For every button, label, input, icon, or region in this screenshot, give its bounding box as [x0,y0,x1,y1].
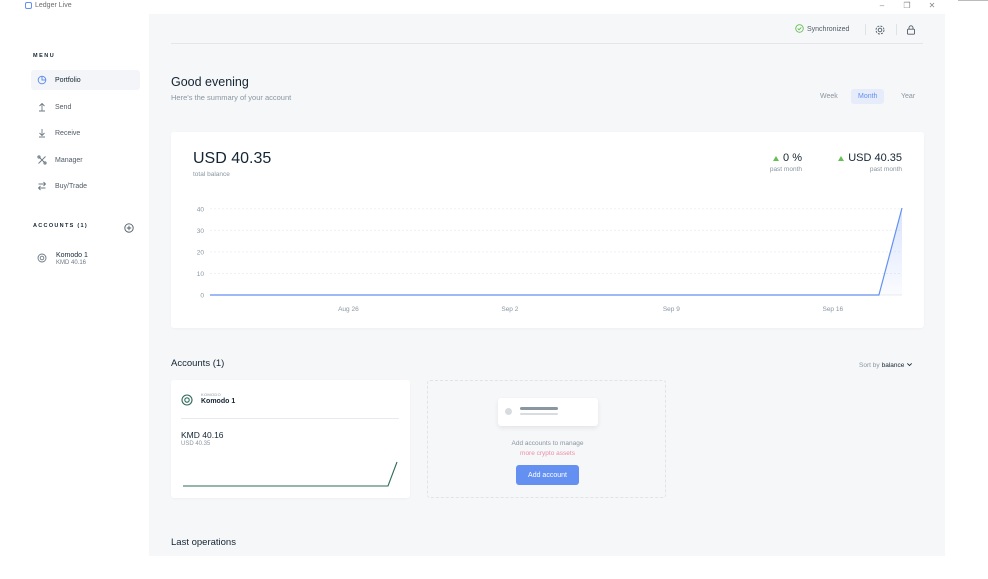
app-title: Ledger Live [25,2,72,9]
x-tick-label: Sep 9 [663,306,680,313]
check-circle-icon [795,24,804,35]
sort-dropdown[interactable]: Sort by balance [859,361,913,370]
y-tick-label: 30 [197,228,205,235]
sort-value: balance [881,362,905,369]
greeting-title: Good evening [171,75,249,89]
main-content: Synchronized Good evening Here's the sum… [149,14,945,556]
header-separator [896,24,897,35]
sidebar-item-label: Manager [55,156,83,164]
account-divider [181,418,399,419]
account-sparkline [183,461,398,487]
sidebar: MENU Portfolio Send Receive Manager Buy/… [0,14,149,556]
sidebar-item-label: Portfolio [55,76,81,84]
swap-icon [37,181,47,191]
last-operations-heading: Last operations [171,537,236,548]
maximize-button[interactable]: ❐ [901,1,913,10]
arrow-down-icon [37,128,47,138]
sidebar-item-label: Send [55,103,72,111]
ledger-logo-icon [25,2,32,9]
add-account-text-highlight: more crypto assets [520,450,575,457]
accounts-heading: Accounts (1) [171,358,225,369]
accounts-title: ACCOUNTS (1) [33,223,89,229]
balance-chart[interactable]: 0 10 20 30 40 Aug 26 Sep 2 Sep 9 Sep 16 [171,132,924,328]
sidebar-item-buy-trade[interactable]: Buy/Trade [31,176,140,196]
sidebar-item-label: Receive [55,129,81,137]
pie-chart-icon [37,75,47,85]
arrow-up-icon [37,102,47,112]
close-button[interactable]: ✕ [926,1,938,10]
edge-line [958,0,988,1]
minimize-button[interactable]: – [876,1,888,10]
account-amount: KMD 40.16 [181,430,224,440]
app-title-text: Ledger Live [35,2,72,9]
account-name: Komodo 1 [201,398,236,405]
header-separator [865,24,866,35]
range-month-tab[interactable]: Month [851,89,885,104]
range-week-tab[interactable]: Week [813,89,845,104]
x-tick-label: Aug 26 [338,306,359,313]
tools-icon [37,155,47,165]
y-tick-label: 40 [197,206,205,213]
account-card-komodo[interactable]: KOMODO Komodo 1 KMD 40.16 USD 40.35 [171,380,410,498]
sidebar-account-balance: KMD 40.16 [56,260,87,266]
lock-icon[interactable] [905,23,917,35]
title-bar: Ledger Live – ❐ ✕ [0,0,988,14]
add-account-icon[interactable] [124,220,134,233]
sidebar-item-manager[interactable]: Manager [31,150,140,170]
add-account-text: Add accounts to manage [511,440,584,447]
account-ticker: KOMODO [201,392,222,397]
sidebar-item-label: Buy/Trade [55,182,88,190]
sidebar-item-portfolio[interactable]: Portfolio [31,70,140,90]
greeting-subtitle: Here's the summary of your account [171,93,292,102]
komodo-icon [181,393,193,411]
sidebar-item-receive[interactable]: Receive [31,123,140,143]
y-tick-label: 20 [197,249,205,256]
add-account-button[interactable]: Add account [516,465,579,485]
x-tick-label: Sep 2 [501,306,518,313]
account-placeholder-illustration [498,398,598,426]
chevron-down-icon [906,361,913,370]
range-year-tab[interactable]: Year [894,89,922,104]
x-tick-label: Sep 16 [822,306,843,313]
account-usd-value: USD 40.35 [181,441,211,447]
komodo-icon [37,250,47,268]
settings-gear-icon[interactable] [874,23,886,35]
balance-chart-card: USD 40.35 total balance 0 % past month U… [171,132,924,328]
menu-title: MENU [33,53,56,59]
sidebar-item-send[interactable]: Send [31,97,140,117]
sync-label: Synchronized [807,26,850,33]
sidebar-account-komodo[interactable]: Komodo 1 KMD 40.16 [37,250,88,268]
add-account-card: Add accounts to manage more crypto asset… [427,380,666,498]
sort-prefix: Sort by [859,362,880,369]
sidebar-account-name: Komodo 1 [56,252,88,259]
y-tick-label: 10 [197,271,205,278]
header-divider [171,43,923,44]
sync-status: Synchronized [795,24,849,35]
y-tick-label: 0 [200,293,204,300]
